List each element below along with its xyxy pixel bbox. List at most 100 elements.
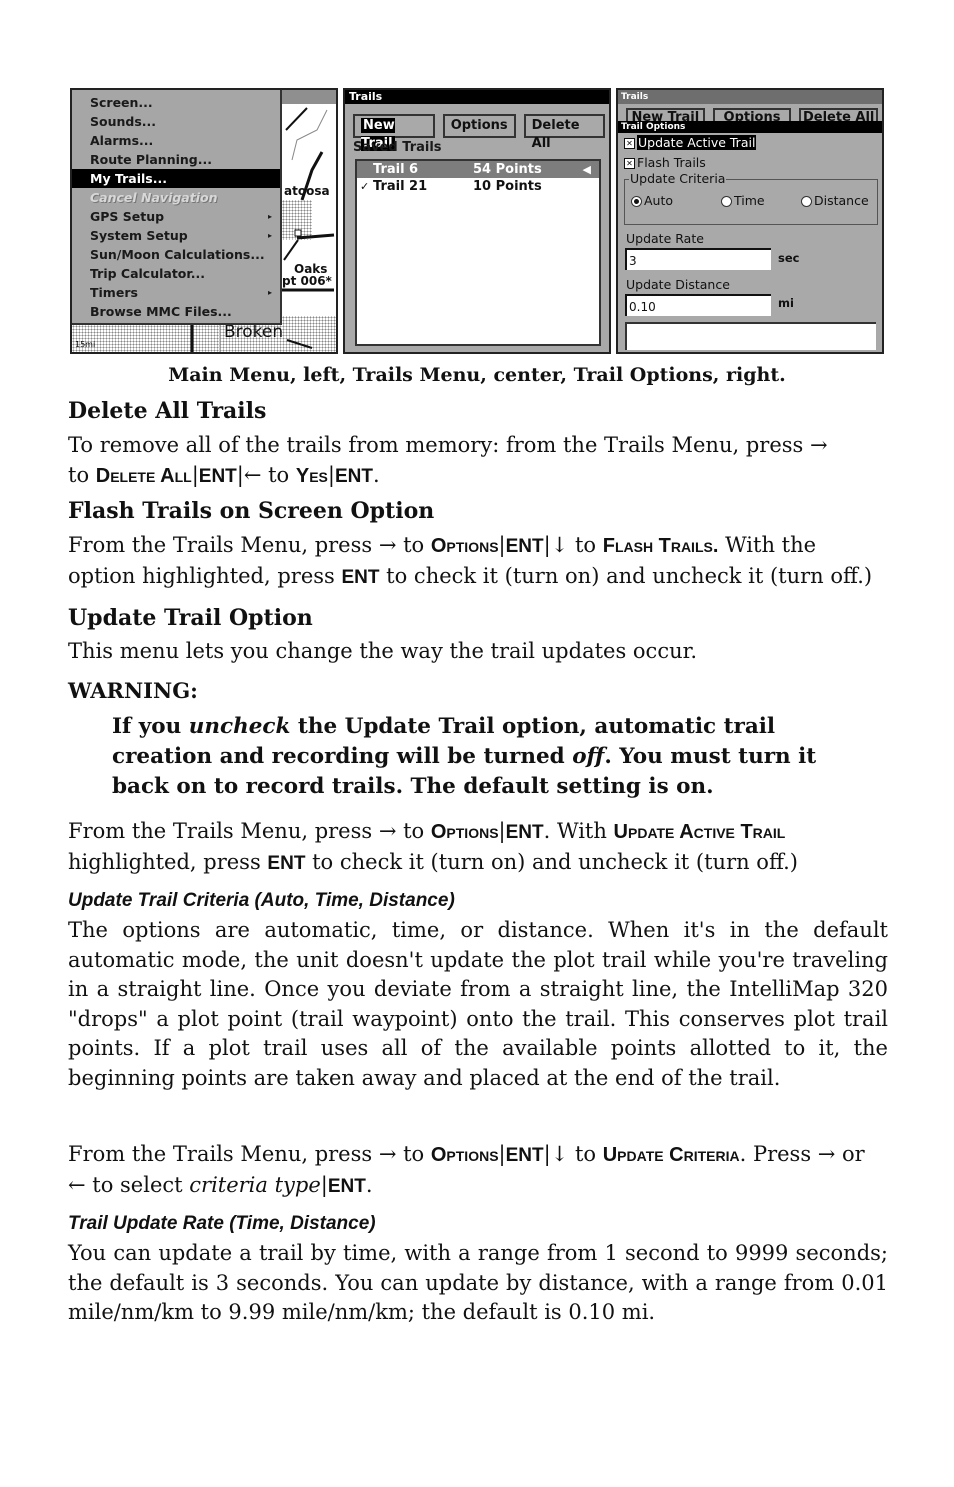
separator: | (498, 1142, 506, 1166)
key-ent: ENT (198, 465, 237, 487)
key-ent: ENT (267, 852, 306, 874)
update-active-trail-checkbox[interactable]: ✕ Update Active Trail (618, 133, 882, 153)
body-text: . (365, 1172, 373, 1197)
update-distance-label: Update Distance (626, 277, 730, 292)
menu-item-label: Alarms... (90, 133, 154, 148)
trail-row[interactable]: ✓ Trail 21 10 Points (357, 178, 599, 195)
menu-item-label: Sounds... (90, 114, 157, 129)
trail-name: Trail 21 (373, 179, 428, 194)
dialog-title: Trails (345, 90, 609, 104)
radio-auto[interactable]: Auto (631, 193, 673, 208)
update-criteria-instructions: From the Trails Menu, press → to Options… (68, 1140, 888, 1201)
trail-name: Trail 6 (373, 162, 419, 177)
update-rate-input[interactable]: 3 (625, 248, 771, 270)
checkbox-label: Update Active Trail (637, 135, 757, 150)
menu-item[interactable]: Trip Calculator... (72, 264, 280, 283)
trail-options-panel: Trail Options ✕ Update Active Trail ✕ Flas… (618, 121, 882, 352)
menu-item[interactable]: Sounds... (72, 112, 280, 131)
section-heading-flash-trails: Flash Trails on Screen Option (68, 498, 435, 524)
menu-item-label: Screen... (90, 95, 153, 110)
main-menu: Screen... Sounds... Alarms... Route Plannin… (72, 90, 282, 325)
saved-trails-label: Saved Trails (353, 140, 442, 155)
update-criteria-group: Update Criteria Auto Time Distance (624, 171, 878, 225)
key-ent: ENT (505, 536, 544, 557)
radio-time[interactable]: Time (721, 193, 765, 208)
main-menu-screenshot: atoosa Oaks pt 006* Broken 15mi Screen..… (70, 88, 338, 354)
map-scale: 15mi (75, 340, 96, 349)
trails-menu-screenshot: Trails New Trail Options Delete All Save… (343, 88, 611, 354)
radio-distance[interactable]: Distance (801, 193, 869, 208)
section-heading-delete-all: Delete All Trails (68, 398, 267, 424)
separator: | (191, 462, 199, 487)
command-yes: Yes (295, 464, 328, 487)
check-icon: ✓ (360, 180, 370, 193)
key-ent: ENT (505, 822, 544, 843)
warning-body: If you uncheck the Update Trail option, … (112, 712, 852, 802)
separator: | (543, 1142, 551, 1166)
trail-options-screenshot: Trails New Trail Options Delete All Trai… (616, 88, 884, 354)
separator: | (498, 533, 506, 557)
body-text: . (372, 462, 380, 487)
update-rate-unit: sec (778, 251, 800, 265)
trail-options-bottom-area (625, 322, 876, 350)
pointer-arrow-icon: ◀ (582, 163, 591, 176)
body-text: If you (112, 714, 189, 739)
separator: | (498, 819, 506, 843)
map-waypoint-label: pt 006* (282, 274, 332, 288)
menu-item[interactable]: System Setup ▸ (72, 226, 280, 245)
key-ent: ENT (505, 1145, 544, 1166)
map-town-label: atoosa (284, 184, 330, 198)
menu-item[interactable]: Timers ▸ (72, 283, 280, 302)
command-options: Options (430, 821, 499, 843)
behind-dialog-title: Trails (618, 90, 882, 104)
checkbox-checked-icon: ✕ (624, 138, 635, 149)
menu-item-label: Route Planning... (90, 152, 212, 167)
submenu-arrow-icon: ▸ (267, 288, 272, 297)
subheading-update-rate: Trail Update Rate (Time, Distance) (68, 1213, 376, 1234)
flash-trails-checkbox[interactable]: ✕ Flash Trails (618, 153, 882, 173)
separator: | (320, 1172, 328, 1197)
delete-all-instructions: To remove all of the trails from memory:… (68, 431, 888, 491)
menu-item-label: Cancel Navigation (90, 190, 218, 205)
update-distance-input[interactable]: 0.10 (625, 294, 771, 316)
menu-item-label: My Trails... (90, 171, 167, 186)
separator: | (236, 462, 244, 487)
section-heading-update-trail: Update Trail Option (68, 605, 313, 631)
menu-item[interactable]: Sun/Moon Calculations... (72, 245, 280, 264)
update-distance-unit: mi (778, 296, 794, 310)
body-text: From the Trails Menu, press → to (68, 1142, 431, 1166)
radio-unselected-icon (721, 196, 732, 207)
menu-item-label: Trip Calculator... (90, 266, 206, 281)
dialog-title: Trail Options (618, 121, 882, 133)
radio-unselected-icon (801, 196, 812, 207)
new-trail-button[interactable]: New Trail (353, 114, 435, 151)
menu-item[interactable]: Alarms... (72, 131, 280, 150)
menu-item[interactable]: Browse MMC Files... (72, 302, 280, 321)
separator: | (327, 462, 335, 487)
menu-item[interactable]: Screen... (72, 93, 280, 112)
menu-item[interactable]: Route Planning... (72, 150, 280, 169)
trail-row[interactable]: Trail 6 54 Points ◀ (357, 161, 599, 178)
behind-options-button: Options (712, 108, 792, 122)
body-text: From the Trails Menu, press → to (68, 819, 431, 843)
body-text: to check it (turn on) and uncheck it (tu… (305, 849, 798, 874)
options-button[interactable]: Options (442, 114, 516, 138)
body-text: ↓ to (550, 1142, 603, 1166)
checkbox-label: Flash Trails (637, 155, 706, 170)
menu-item[interactable]: GPS Setup ▸ (72, 207, 280, 226)
key-ent: ENT (334, 465, 373, 487)
menu-item[interactable]: My Trails... (72, 169, 280, 188)
body-text: ← to (243, 462, 296, 487)
update-rate-body: You can update a trail by time, with a r… (68, 1241, 888, 1324)
saved-trails-list[interactable]: Trail 6 54 Points ◀ ✓ Trail 21 10 Points (355, 159, 601, 346)
menu-item-label: Browse MMC Files... (90, 304, 232, 319)
menu-item-label: System Setup (90, 228, 188, 243)
subheading-update-criteria: Update Trail Criteria (Auto, Time, Dista… (68, 890, 455, 911)
emphasis: uncheck (188, 714, 291, 739)
separator: | (543, 533, 551, 557)
update-rate-label: Update Rate (626, 231, 704, 246)
update-criteria-legend: Update Criteria (629, 171, 727, 186)
delete-all-button[interactable]: Delete All (523, 114, 605, 151)
radio-label: Distance (814, 193, 869, 208)
emphasis: criteria type (189, 1172, 321, 1197)
